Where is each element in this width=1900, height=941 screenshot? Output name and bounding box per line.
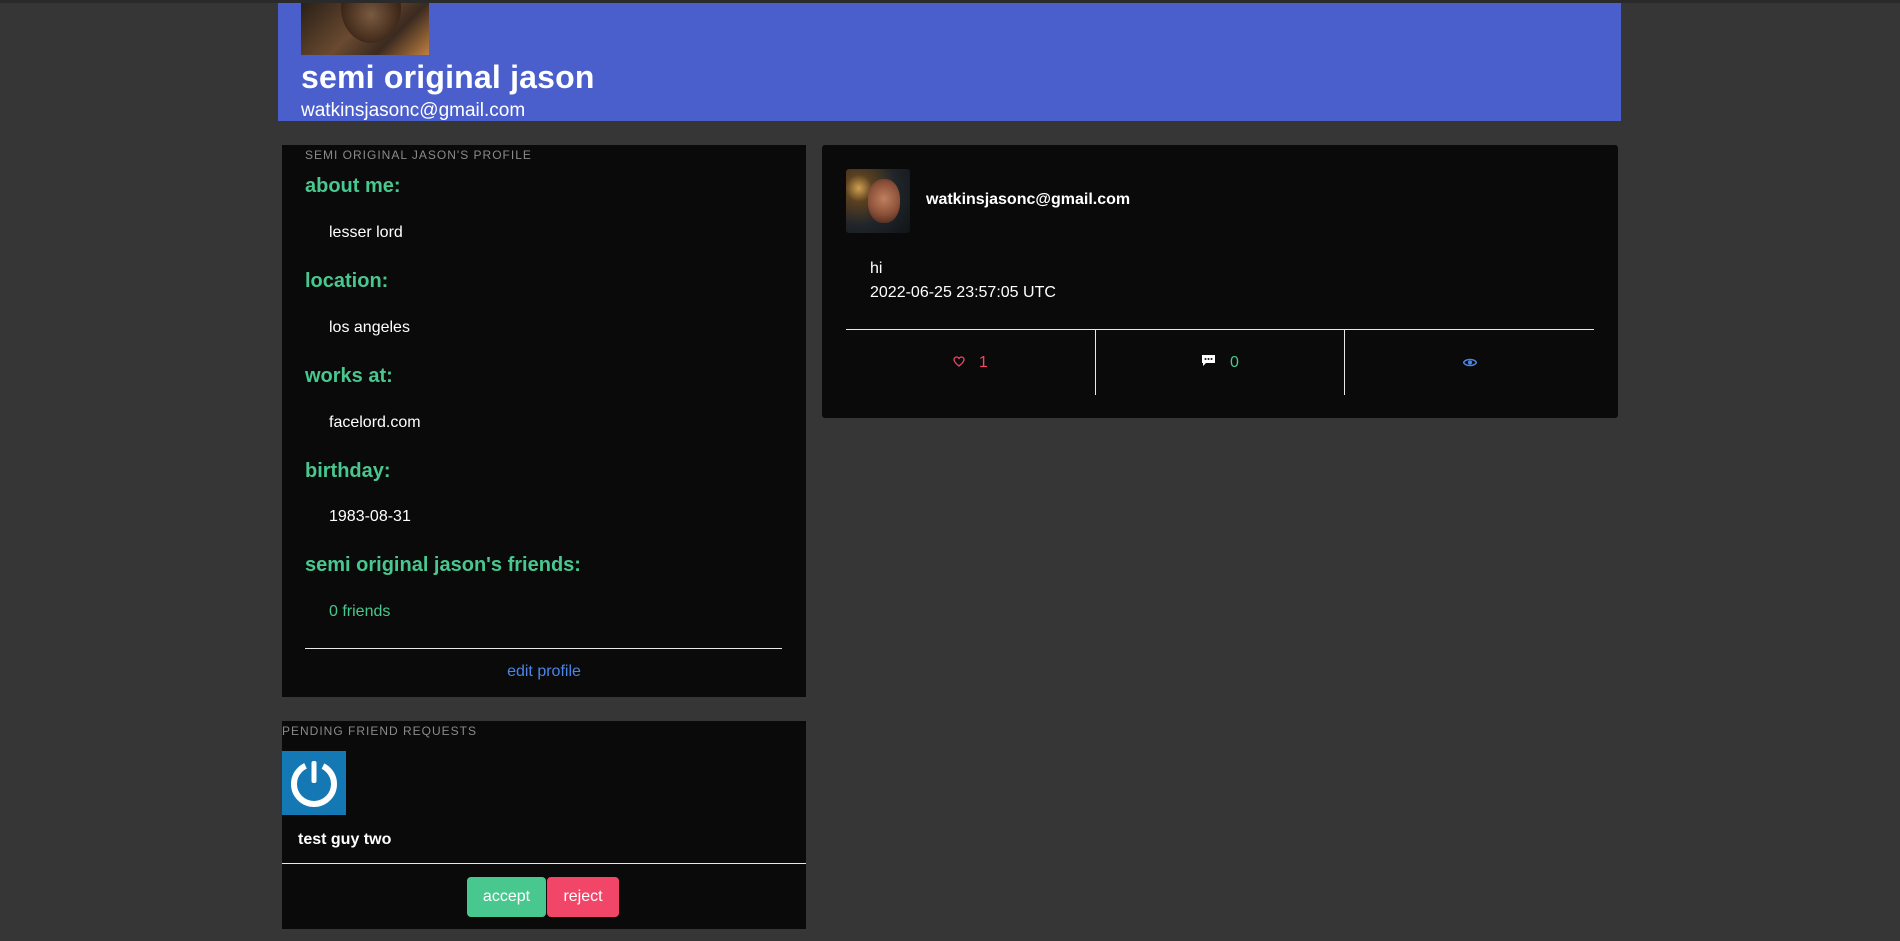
edit-profile-link[interactable]: edit profile (282, 663, 806, 681)
profile-email: watkinsjasonc@gmail.com (301, 100, 526, 121)
about-value: lesser lord (329, 224, 403, 241)
eye-icon (1462, 354, 1478, 372)
post-text: hi (870, 260, 883, 277)
accept-button[interactable]: accept (467, 877, 546, 917)
request-divider (282, 863, 806, 864)
requests-card-title: PENDING FRIEND REQUESTS (282, 724, 478, 738)
profile-card-title: SEMI ORIGINAL JASON'S PROFILE (305, 148, 532, 162)
location-label: location: (305, 270, 389, 292)
friends-label: semi original jason's friends: (305, 554, 581, 576)
comment-count: 0 (1230, 353, 1239, 371)
power-icon[interactable] (282, 751, 346, 815)
comment-button[interactable]: 0 (1094, 330, 1345, 395)
about-label: about me: (305, 175, 401, 197)
like-button[interactable]: 1 (846, 330, 1095, 395)
request-sender-name[interactable]: test guy two (298, 831, 391, 849)
works-value: facelord.com (329, 414, 421, 431)
view-button[interactable] (1344, 330, 1594, 395)
works-label: works at: (305, 365, 393, 387)
reject-button[interactable]: reject (547, 877, 619, 917)
profile-header: semi original jason watkinsjasonc@gmail.… (278, 3, 1621, 121)
friends-count-link[interactable]: 0 friends (329, 603, 390, 621)
post-author[interactable]: watkinsjasonc@gmail.com (926, 191, 1130, 209)
birthday-label: birthday: (305, 460, 391, 482)
profile-card: SEMI ORIGINAL JASON'S PROFILE about me: … (282, 145, 806, 697)
post-actions: 1 0 (846, 329, 1594, 395)
friend-requests-card: PENDING FRIEND REQUESTS test guy two acc… (282, 721, 806, 929)
post-author-avatar[interactable] (846, 169, 910, 233)
profile-name: semi original jason (301, 59, 595, 95)
post-card: watkinsjasonc@gmail.com hi 2022-06-25 23… (822, 145, 1618, 418)
birthday-value: 1983-08-31 (329, 508, 411, 525)
post-timestamp: 2022-06-25 23:57:05 UTC (870, 284, 1056, 301)
heart-icon (953, 354, 965, 372)
like-count: 1 (978, 353, 988, 371)
comment-icon (1201, 354, 1216, 372)
profile-avatar[interactable] (301, 3, 429, 55)
location-value: los angeles (329, 319, 410, 336)
profile-divider (305, 648, 782, 649)
